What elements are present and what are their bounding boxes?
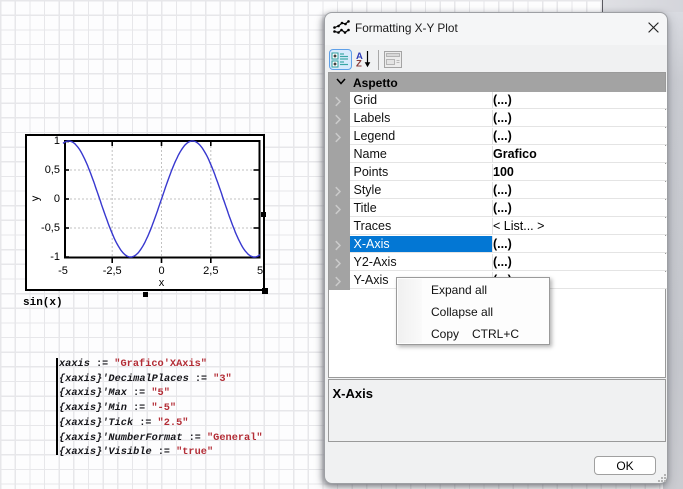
svg-text:Z: Z <box>356 58 362 69</box>
